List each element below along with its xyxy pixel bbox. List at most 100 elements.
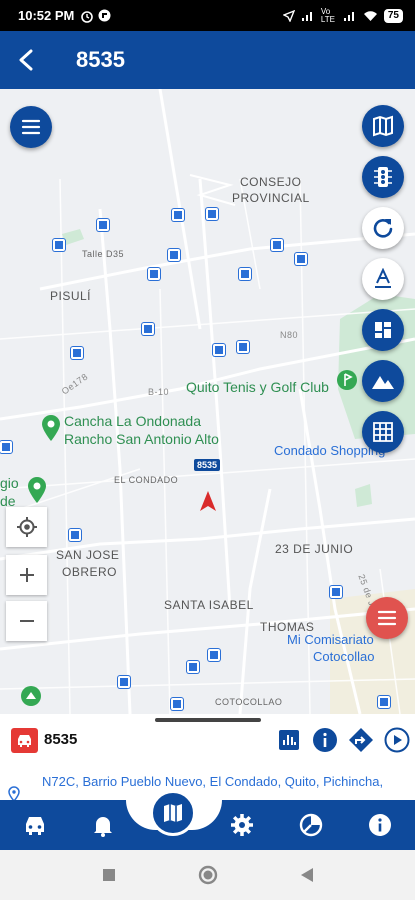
app-bar: 8535 — [0, 31, 415, 89]
place-pin-icon[interactable] — [26, 476, 48, 504]
grid-button[interactable] — [362, 411, 404, 453]
bus-stop-marker[interactable] — [97, 219, 109, 231]
car-icon — [18, 735, 31, 747]
labels-button[interactable] — [362, 258, 404, 300]
map-roads — [0, 89, 415, 714]
golf-pin-icon[interactable] — [336, 369, 358, 395]
sheet-drag-handle[interactable] — [155, 718, 261, 722]
bell-icon — [94, 817, 112, 837]
play-route-button[interactable] — [383, 726, 411, 754]
nav-settings[interactable] — [225, 810, 259, 840]
bus-stop-marker[interactable] — [69, 529, 81, 541]
list-icon — [377, 610, 397, 626]
map-label-cotocollao: Cotocollao — [313, 649, 375, 664]
map-label-comisariato: Mi Comisariato — [287, 632, 374, 647]
nav-alerts[interactable] — [86, 810, 120, 840]
refresh-icon — [373, 219, 393, 238]
plus-icon — [19, 568, 34, 582]
reports-button[interactable] — [275, 726, 303, 754]
info-button[interactable] — [311, 726, 339, 754]
bus-stop-marker[interactable] — [237, 341, 249, 353]
system-navigation-bar — [0, 850, 415, 900]
bus-stop-marker[interactable] — [148, 268, 160, 280]
bus-stop-marker[interactable] — [378, 696, 390, 708]
place-pin-icon[interactable] — [40, 414, 62, 442]
bus-stop-marker[interactable] — [118, 676, 130, 688]
traffic-button[interactable] — [362, 156, 404, 198]
gear-icon — [231, 814, 253, 836]
recents-icon[interactable] — [102, 868, 116, 882]
zoom-in-button[interactable] — [6, 555, 47, 595]
nav-map[interactable] — [150, 790, 196, 836]
satellite-icon — [375, 322, 391, 338]
directions-icon — [349, 728, 373, 752]
home-icon[interactable] — [198, 865, 218, 885]
terrain-button[interactable] — [362, 360, 404, 402]
play-icon — [384, 727, 410, 753]
bus-stop-marker[interactable] — [142, 323, 154, 335]
status-time: 10:52 PM — [18, 8, 75, 23]
bus-stop-marker[interactable] — [168, 249, 180, 261]
network-label: Vo LTE — [320, 6, 335, 24]
map-label-cancha: Cancha La Ondonada — [64, 413, 201, 429]
map-icon — [164, 804, 182, 822]
map-label-pisuli: PISULÍ — [50, 289, 92, 303]
nav-info[interactable] — [363, 810, 397, 840]
bus-stop-marker[interactable] — [172, 209, 184, 221]
map-label-n80: N80 — [280, 330, 299, 340]
bus-stop-marker[interactable] — [295, 253, 307, 265]
wifi-icon — [363, 10, 377, 21]
map-type-button[interactable] — [362, 105, 404, 147]
map-view[interactable]: CONSEJO PROVINCIAL Talle D35 PISULÍ N80 … — [0, 89, 415, 714]
bus-stop-marker[interactable] — [187, 661, 199, 673]
map-label-23-de-junio: 23 DE JUNIO — [275, 542, 354, 556]
back-triangle-icon[interactable] — [300, 867, 314, 883]
bus-stop-marker[interactable] — [171, 698, 183, 710]
map-icon — [373, 115, 393, 137]
signal-icon — [301, 11, 312, 21]
text-a-icon — [375, 268, 391, 288]
bus-stop-marker[interactable] — [208, 649, 220, 661]
refresh-button[interactable] — [362, 207, 404, 249]
bus-stop-marker[interactable] — [206, 208, 218, 220]
zoom-out-button[interactable] — [6, 601, 47, 641]
my-location-button[interactable] — [6, 507, 47, 547]
bus-stop-marker[interactable] — [0, 441, 12, 453]
menu-icon — [21, 119, 41, 135]
bus-stop-marker[interactable] — [53, 239, 65, 251]
bus-stop-marker[interactable] — [239, 268, 251, 280]
map-label-rancho: Rancho San Antonio Alto — [64, 431, 219, 447]
map-label-quito-tenis: Quito Tenis y Golf Club — [186, 379, 329, 395]
vehicle-heading-arrow-icon[interactable] — [199, 490, 217, 512]
directions-button[interactable] — [347, 726, 375, 754]
park-pin-icon[interactable] — [20, 685, 42, 707]
list-drawer-button[interactable] — [366, 597, 408, 639]
bus-stop-marker[interactable] — [213, 344, 225, 356]
vehicle-label: 8535 — [194, 459, 221, 471]
info-icon — [313, 728, 337, 752]
nav-vehicles[interactable] — [18, 810, 52, 840]
locate-icon — [16, 517, 37, 537]
menu-button[interactable] — [10, 106, 52, 148]
map-label-b10: B-10 — [148, 387, 170, 397]
back-button[interactable] — [2, 31, 50, 89]
satellite-button[interactable] — [362, 309, 404, 351]
signal-icon — [343, 11, 354, 21]
map-label-el-condado: EL CONDADO — [114, 475, 179, 485]
nav-statistics[interactable] — [294, 810, 328, 840]
map-label-santa-isabel: SANTA ISABEL — [164, 598, 254, 612]
bus-stop-marker[interactable] — [271, 239, 283, 251]
car-icon — [26, 817, 44, 835]
bus-stop-marker[interactable] — [330, 586, 342, 598]
terrain-icon — [372, 376, 394, 389]
vehicle-name: 8535 — [44, 731, 78, 748]
info-icon — [369, 814, 391, 836]
vehicle-info-sheet[interactable]: 8535 N72C, Barrio Pueblo Nuevo, El Conda… — [0, 714, 415, 802]
bus-stop-marker[interactable] — [71, 347, 83, 359]
map-label-cotocollao-small: COTOCOLLAO — [215, 697, 283, 707]
back-arrow-icon — [19, 49, 33, 71]
battery-indicator: 75 — [383, 8, 403, 23]
vehicle-address[interactable]: N72C, Barrio Pueblo Nuevo, El Condado, Q… — [28, 774, 383, 802]
traffic-light-icon — [374, 167, 392, 187]
page-title: 8535 — [76, 47, 125, 72]
